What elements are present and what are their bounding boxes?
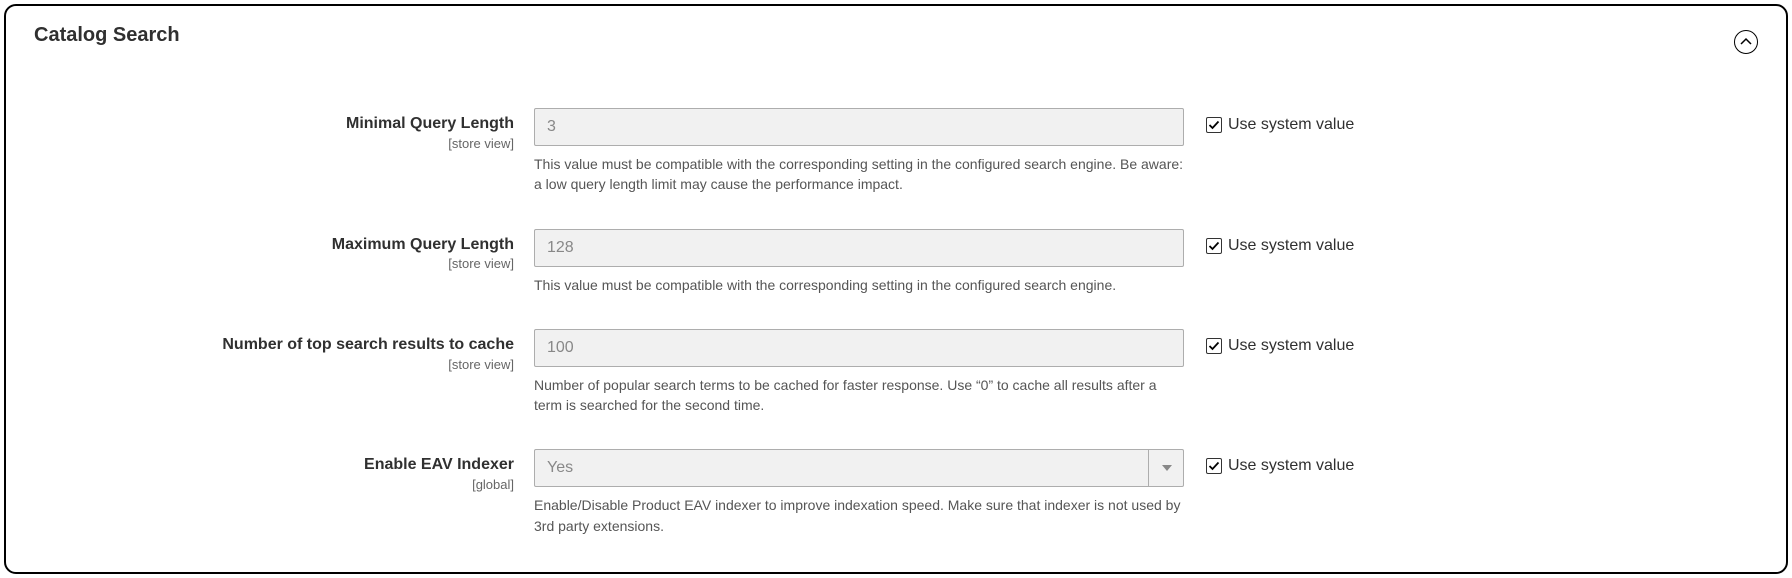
help-text: Enable/Disable Product EAV indexer to im…	[534, 495, 1184, 536]
field-scope: [store view]	[34, 256, 514, 271]
panel-title: Catalog Search	[34, 24, 180, 47]
input-col: This value must be compatible with the c…	[534, 229, 1184, 295]
label-col: Maximum Query Length [store view]	[34, 229, 534, 272]
use-system-label[interactable]: Use system value	[1228, 457, 1354, 475]
check-icon	[1208, 460, 1220, 472]
field-label: Enable EAV Indexer	[34, 455, 514, 476]
help-text: This value must be compatible with the c…	[534, 154, 1184, 195]
panel-header: Catalog Search	[34, 24, 1758, 54]
fields-container: Minimal Query Length [store view] This v…	[34, 108, 1758, 536]
chevron-up-icon	[1740, 36, 1752, 48]
help-text: This value must be compatible with the c…	[534, 275, 1184, 295]
input-col: Enable/Disable Product EAV indexer to im…	[534, 449, 1184, 536]
collapse-button[interactable]	[1734, 30, 1758, 54]
input-col: Number of popular search terms to be cac…	[534, 329, 1184, 416]
field-label: Minimal Query Length	[34, 114, 514, 135]
label-col: Enable EAV Indexer [global]	[34, 449, 534, 492]
field-row-eav-indexer: Enable EAV Indexer [global] Enable/Disab…	[34, 449, 1758, 536]
label-col: Minimal Query Length [store view]	[34, 108, 534, 151]
check-icon	[1208, 119, 1220, 131]
eav-indexer-select[interactable]	[534, 449, 1184, 487]
use-system-label[interactable]: Use system value	[1228, 237, 1354, 255]
check-icon	[1208, 240, 1220, 252]
min-query-input[interactable]	[534, 108, 1184, 146]
use-system-checkbox[interactable]	[1206, 238, 1222, 254]
checkbox-col: Use system value	[1184, 449, 1354, 475]
help-text: Number of popular search terms to be cac…	[534, 375, 1184, 416]
field-label: Maximum Query Length	[34, 235, 514, 256]
field-scope: [global]	[34, 477, 514, 492]
max-query-input[interactable]	[534, 229, 1184, 267]
label-col: Number of top search results to cache [s…	[34, 329, 534, 372]
checkbox-col: Use system value	[1184, 229, 1354, 255]
input-col: This value must be compatible with the c…	[534, 108, 1184, 195]
field-row-min-query: Minimal Query Length [store view] This v…	[34, 108, 1758, 195]
field-label: Number of top search results to cache	[34, 335, 514, 356]
use-system-checkbox[interactable]	[1206, 117, 1222, 133]
top-results-input[interactable]	[534, 329, 1184, 367]
field-row-top-results: Number of top search results to cache [s…	[34, 329, 1758, 416]
check-icon	[1208, 340, 1220, 352]
select-wrap	[534, 449, 1184, 487]
checkbox-col: Use system value	[1184, 108, 1354, 134]
checkbox-col: Use system value	[1184, 329, 1354, 355]
use-system-label[interactable]: Use system value	[1228, 116, 1354, 134]
use-system-checkbox[interactable]	[1206, 338, 1222, 354]
field-scope: [store view]	[34, 136, 514, 151]
use-system-label[interactable]: Use system value	[1228, 337, 1354, 355]
use-system-checkbox[interactable]	[1206, 458, 1222, 474]
catalog-search-panel: Catalog Search Minimal Query Length [sto…	[4, 4, 1788, 574]
field-scope: [store view]	[34, 357, 514, 372]
field-row-max-query: Maximum Query Length [store view] This v…	[34, 229, 1758, 295]
